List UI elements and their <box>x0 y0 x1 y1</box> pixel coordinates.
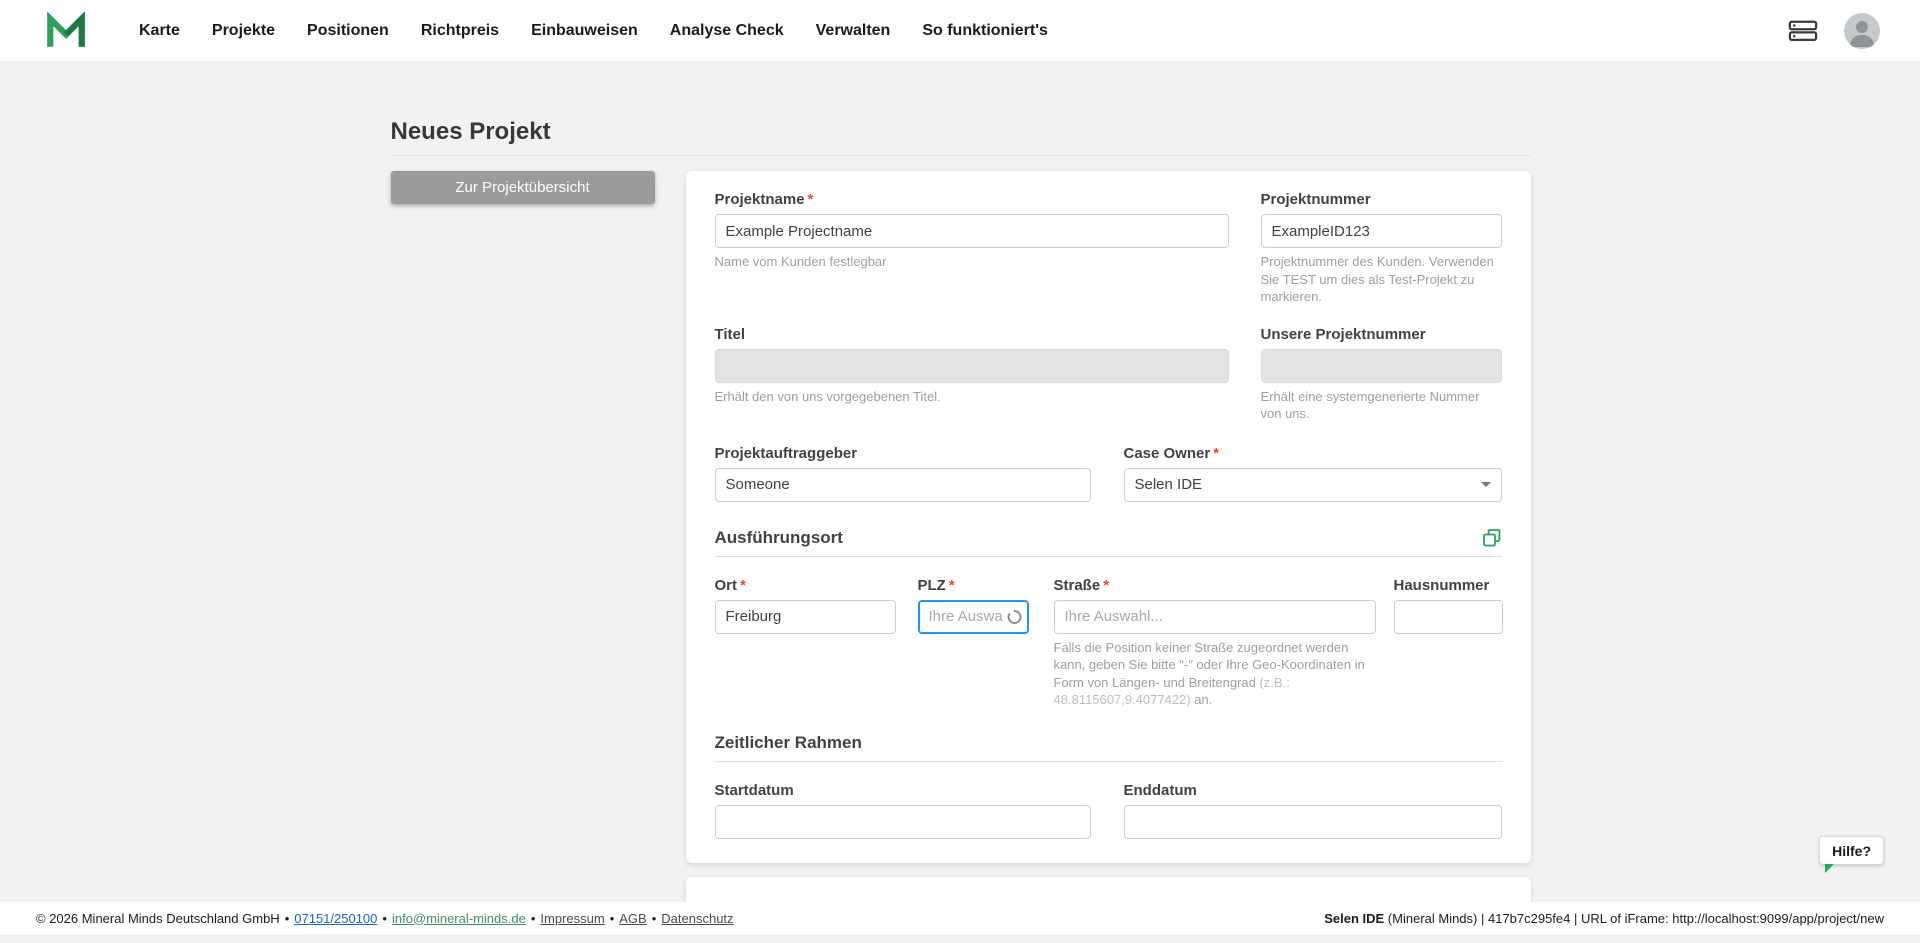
unsere-projektnummer-helper: Erhält eine systemgenerierte Nummer von … <box>1261 388 1502 423</box>
nav-item-positionen[interactable]: Positionen <box>307 22 389 40</box>
footer-email-link[interactable]: info@mineral-minds.de <box>392 911 526 926</box>
strasse-input[interactable] <box>1054 600 1376 634</box>
footer-datenschutz-link[interactable]: Datenschutz <box>661 911 733 926</box>
hausnummer-input[interactable] <box>1394 600 1503 634</box>
required-marker: * <box>740 577 746 594</box>
right-column: Projektname* Name vom Kunden festlegbar … <box>686 171 1531 902</box>
section-divider <box>715 556 1502 557</box>
avatar <box>1844 13 1880 49</box>
projektnummer-label: Projektnummer <box>1261 191 1502 208</box>
logo-m-icon <box>45 10 87 52</box>
top-navigation: Karte Projekte Positionen Richtpreis Ein… <box>0 0 1920 61</box>
case-owner-select[interactable]: Selen IDE <box>1124 468 1502 502</box>
main-content: Neues Projekt Zur Projektübersicht Proje… <box>391 61 1530 902</box>
startdatum-input[interactable] <box>715 805 1091 839</box>
unsere-projektnummer-field: Unsere Projektnummer Erhält eine systemg… <box>1261 326 1502 423</box>
unsere-projektnummer-label: Unsere Projektnummer <box>1261 326 1502 343</box>
footer-impressum-link[interactable]: Impressum <box>540 911 604 926</box>
title-divider <box>391 155 1530 156</box>
back-to-project-overview-button[interactable]: Zur Projektübersicht <box>391 171 655 204</box>
footer-session-info: Selen IDE (Mineral Minds) | 417b7c295fe4… <box>1324 911 1884 926</box>
footer: © 2026 Mineral Minds Deutschland GmbH • … <box>0 902 1920 934</box>
ort-label: Ort* <box>715 577 896 594</box>
titel-input <box>715 349 1229 383</box>
enddatum-input[interactable] <box>1124 805 1502 839</box>
duplicate-location-button[interactable] <box>1482 528 1502 548</box>
page-title: Neues Projekt <box>391 118 1530 146</box>
hausnummer-label: Hausnummer <box>1394 577 1503 594</box>
required-marker: * <box>1103 577 1109 594</box>
ort-field: Ort* <box>715 577 896 634</box>
case-owner-label: Case Owner* <box>1124 445 1502 462</box>
left-column: Zur Projektübersicht <box>391 171 655 204</box>
mineral-minds-logo[interactable] <box>45 10 87 52</box>
footer-agb-link[interactable]: AGB <box>619 911 646 926</box>
hausnummer-field: Hausnummer <box>1394 577 1503 634</box>
footer-separator: • <box>610 911 615 926</box>
footer-separator: • <box>285 911 290 926</box>
projektname-helper: Name vom Kunden festlegbar <box>715 253 1229 271</box>
server-button[interactable] <box>1788 18 1818 43</box>
strasse-label: Straße* <box>1054 577 1376 594</box>
section-title-zeitlicher-rahmen: Zeitlicher Rahmen <box>715 733 862 753</box>
copy-icon <box>1482 528 1502 548</box>
strasse-field: Straße* Falls die Position keiner Straße… <box>1054 577 1376 709</box>
user-menu-button[interactable] <box>1844 13 1880 49</box>
nav-item-analyse-check[interactable]: Analyse Check <box>670 22 784 40</box>
section-divider <box>715 761 1502 762</box>
projektnummer-input[interactable] <box>1261 214 1502 248</box>
main-nav: Karte Projekte Positionen Richtpreis Ein… <box>139 22 1048 40</box>
plz-field: PLZ* <box>918 577 1029 634</box>
person-icon <box>1844 13 1880 49</box>
footer-separator: • <box>382 911 387 926</box>
chevron-down-icon <box>1481 482 1491 487</box>
nav-right-actions <box>1788 13 1880 49</box>
case-owner-field: Case Owner* Selen IDE <box>1124 445 1502 502</box>
required-marker: * <box>808 191 814 208</box>
nav-item-karte[interactable]: Karte <box>139 22 180 40</box>
projektname-input[interactable] <box>715 214 1229 248</box>
projektname-field: Projektname* Name vom Kunden festlegbar <box>715 191 1229 271</box>
projektauftraggeber-field: Projektauftraggeber <box>715 445 1091 502</box>
footer-separator: • <box>652 911 657 926</box>
new-project-form-card: Projektname* Name vom Kunden festlegbar … <box>686 171 1531 863</box>
loading-spinner-icon <box>1007 609 1022 624</box>
nav-item-projekte[interactable]: Projekte <box>212 22 275 40</box>
projektname-label: Projektname* <box>715 191 1229 208</box>
required-marker: * <box>1213 445 1219 462</box>
projektnummer-field: Projektnummer Projektnummer des Kunden. … <box>1261 191 1502 306</box>
footer-separator: • <box>531 911 536 926</box>
enddatum-label: Enddatum <box>1124 782 1502 799</box>
titel-helper: Erhält den von uns vorgegebenen Titel. <box>715 388 1229 406</box>
nav-item-verwalten[interactable]: Verwalten <box>816 22 891 40</box>
help-button[interactable]: Hilfe? <box>1819 836 1884 865</box>
startdatum-field: Startdatum <box>715 782 1091 839</box>
projektauftraggeber-label: Projektauftraggeber <box>715 445 1091 462</box>
case-owner-selected-value: Selen IDE <box>1135 476 1203 493</box>
footer-session-user: Selen IDE <box>1324 911 1384 926</box>
nav-item-einbauweisen[interactable]: Einbauweisen <box>531 22 638 40</box>
nav-item-richtpreis[interactable]: Richtpreis <box>421 22 499 40</box>
ort-input[interactable] <box>715 600 896 634</box>
server-icon <box>1788 18 1818 43</box>
nav-item-so-funktionierts[interactable]: So funktioniert's <box>922 22 1048 40</box>
footer-phone-link[interactable]: 07151/250100 <box>294 911 377 926</box>
section-title-ausfuehrungsort: Ausführungsort <box>715 528 843 548</box>
startdatum-label: Startdatum <box>715 782 1091 799</box>
projektnummer-helper: Projektnummer des Kunden. Verwenden Sie … <box>1261 253 1502 306</box>
titel-field: Titel Erhält den von uns vorgegebenen Ti… <box>715 326 1229 406</box>
footer-copyright: © 2026 Mineral Minds Deutschland GmbH <box>36 911 280 926</box>
strasse-helper: Falls die Position keiner Straße zugeord… <box>1054 639 1376 709</box>
required-marker: * <box>949 577 955 594</box>
enddatum-field: Enddatum <box>1124 782 1502 839</box>
unsere-projektnummer-input <box>1261 349 1502 383</box>
footer-session-rest: (Mineral Minds) | 417b7c295fe4 | URL of … <box>1384 911 1884 926</box>
titel-label: Titel <box>715 326 1229 343</box>
projektauftraggeber-input[interactable] <box>715 468 1091 502</box>
plz-label: PLZ* <box>918 577 1029 594</box>
next-card-sliver <box>686 877 1531 902</box>
